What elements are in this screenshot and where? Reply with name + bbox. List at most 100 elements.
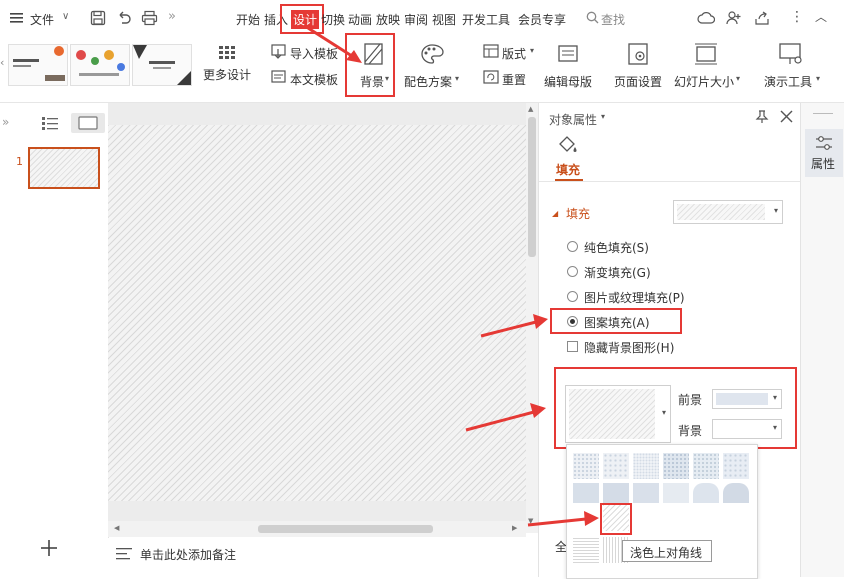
reset-button[interactable]: 重置 — [502, 71, 526, 88]
properties-sidebar-item[interactable]: 属性 — [805, 129, 843, 177]
chevron-down-icon[interactable]: ▾ — [455, 74, 459, 83]
pin-icon[interactable] — [755, 110, 769, 127]
fill-preview-swatch — [677, 204, 765, 220]
panel-title[interactable]: 对象属性 — [549, 111, 597, 128]
undo-icon[interactable] — [116, 10, 132, 29]
presentation-tools-icon[interactable] — [778, 42, 804, 69]
scroll-thumb[interactable] — [528, 117, 536, 257]
pattern-swatch[interactable] — [633, 453, 659, 479]
slide-canvas[interactable] — [108, 125, 526, 501]
pattern-swatch[interactable] — [573, 453, 599, 479]
tab-member[interactable]: 会员专享 — [518, 11, 566, 28]
divider — [539, 181, 801, 182]
background-color-dropdown[interactable]: ▾ — [712, 419, 782, 439]
sidebar-drag-handle[interactable] — [813, 113, 833, 114]
close-icon[interactable] — [780, 110, 793, 126]
page-setup-icon[interactable] — [627, 42, 651, 69]
color-scheme-button[interactable]: 配色方案 — [404, 73, 452, 90]
tab-view[interactable]: 视图 — [432, 11, 456, 28]
gradient-fill-label[interactable]: 渐变填充(G) — [584, 264, 651, 281]
expand-panel-icon[interactable]: » — [2, 115, 9, 129]
slide-view-icon[interactable] — [71, 113, 105, 133]
scroll-left-icon[interactable]: ◀ — [114, 524, 119, 532]
pattern-swatch[interactable] — [573, 483, 599, 503]
body-template-icon[interactable] — [271, 70, 287, 87]
user-add-icon[interactable] — [725, 10, 742, 29]
slide-thumbnail[interactable] — [28, 147, 100, 189]
picture-fill-label[interactable]: 图片或纹理填充(P) — [584, 289, 685, 306]
collapse-triangle-icon[interactable]: ◢ — [552, 209, 558, 218]
add-slide-icon[interactable] — [40, 539, 58, 560]
template-thumbnail[interactable] — [8, 44, 68, 86]
layout-icon[interactable] — [483, 44, 499, 61]
hide-bg-shapes-label[interactable]: 隐藏背景图形(H) — [584, 339, 674, 356]
slide-size-icon[interactable] — [694, 42, 718, 69]
pattern-swatch[interactable] — [633, 483, 659, 503]
scroll-up-icon[interactable]: ▲ — [528, 105, 533, 113]
tab-fill[interactable]: 填充 — [556, 161, 580, 178]
chevron-down-icon[interactable]: ▾ — [816, 74, 820, 83]
pattern-swatch[interactable] — [603, 483, 629, 503]
hide-bg-shapes-checkbox[interactable] — [567, 341, 578, 352]
fill-bucket-icon[interactable] — [557, 135, 579, 160]
pattern-swatch[interactable] — [663, 453, 689, 479]
tab-review[interactable]: 审阅 — [404, 11, 428, 28]
template-thumbnail[interactable] — [132, 44, 192, 86]
more-vertical-icon[interactable]: ⋮ — [790, 9, 804, 25]
tab-slideshow[interactable]: 放映 — [376, 11, 400, 28]
horizontal-scrollbar[interactable]: ◀ ▶ — [108, 521, 526, 537]
notes-placeholder[interactable]: 单击此处添加备注 — [140, 546, 236, 563]
chevron-down-icon[interactable]: ▾ — [736, 74, 740, 83]
pattern-swatch[interactable] — [663, 483, 689, 503]
menu-bar: 文件 ∨ » 开始 插入 设计 切换 动画 放映 审阅 视图 开发工具 会员专享… — [0, 0, 844, 38]
scroll-left-icon[interactable]: ‹ — [0, 56, 4, 69]
solid-fill-label[interactable]: 纯色填充(S) — [584, 239, 649, 256]
template-thumbnail[interactable] — [70, 44, 130, 86]
pattern-swatch[interactable] — [693, 453, 719, 479]
tab-start[interactable]: 开始 — [236, 11, 260, 28]
scroll-right-icon[interactable]: ▶ — [512, 524, 517, 532]
file-menu[interactable]: 文件 — [30, 11, 54, 28]
presentation-tools-button[interactable]: 演示工具 — [764, 73, 812, 90]
fill-section-title[interactable]: 填充 — [566, 205, 590, 222]
cloud-icon[interactable] — [697, 10, 716, 29]
palette-icon[interactable] — [419, 43, 445, 68]
chevron-down-icon: ▾ — [772, 423, 777, 432]
more-chevrons-icon[interactable]: » — [168, 9, 176, 24]
search-icon[interactable] — [586, 11, 599, 27]
solid-fill-radio[interactable] — [567, 241, 578, 252]
save-icon[interactable] — [90, 10, 106, 29]
foreground-color-dropdown[interactable]: ▾ — [712, 389, 782, 409]
import-template-icon[interactable] — [271, 44, 287, 62]
page-setup-button[interactable]: 页面设置 — [614, 73, 662, 90]
search-label[interactable]: 查找 — [601, 11, 625, 28]
chevron-down-icon[interactable]: ▾ — [601, 112, 605, 121]
tab-developer[interactable]: 开发工具 — [462, 11, 510, 28]
body-template-button[interactable]: 本文模板 — [290, 71, 338, 88]
pattern-swatch[interactable] — [603, 453, 629, 479]
edit-master-button[interactable]: 编辑母版 — [544, 73, 592, 90]
fill-preview-dropdown[interactable]: ▾ — [673, 200, 783, 224]
outline-view-icon[interactable] — [42, 117, 58, 133]
hamburger-icon[interactable] — [10, 12, 23, 23]
gradient-fill-radio[interactable] — [567, 266, 578, 277]
more-design-icon[interactable] — [219, 46, 235, 63]
reset-icon[interactable] — [483, 70, 499, 87]
pattern-swatch[interactable] — [723, 453, 749, 479]
chevron-down-icon[interactable]: ▾ — [530, 46, 534, 55]
more-design-button[interactable]: 更多设计 — [203, 66, 251, 83]
slide-size-button[interactable]: 幻灯片大小 — [674, 73, 734, 90]
pattern-swatch[interactable] — [693, 483, 719, 503]
pattern-swatch[interactable] — [573, 537, 599, 563]
print-icon[interactable] — [141, 10, 158, 29]
share-icon[interactable] — [754, 10, 770, 29]
layout-button[interactable]: 版式 — [502, 45, 526, 62]
scroll-thumb[interactable] — [258, 525, 433, 533]
pattern-preview — [569, 389, 655, 439]
edit-master-icon[interactable] — [557, 44, 579, 67]
picture-fill-radio[interactable] — [567, 291, 578, 302]
chevron-down-icon[interactable]: ∨ — [62, 11, 69, 22]
pattern-picker[interactable]: ▾ — [565, 385, 671, 443]
pattern-swatch[interactable] — [723, 483, 749, 503]
collapse-ribbon-icon[interactable]: ︿ — [815, 8, 827, 25]
